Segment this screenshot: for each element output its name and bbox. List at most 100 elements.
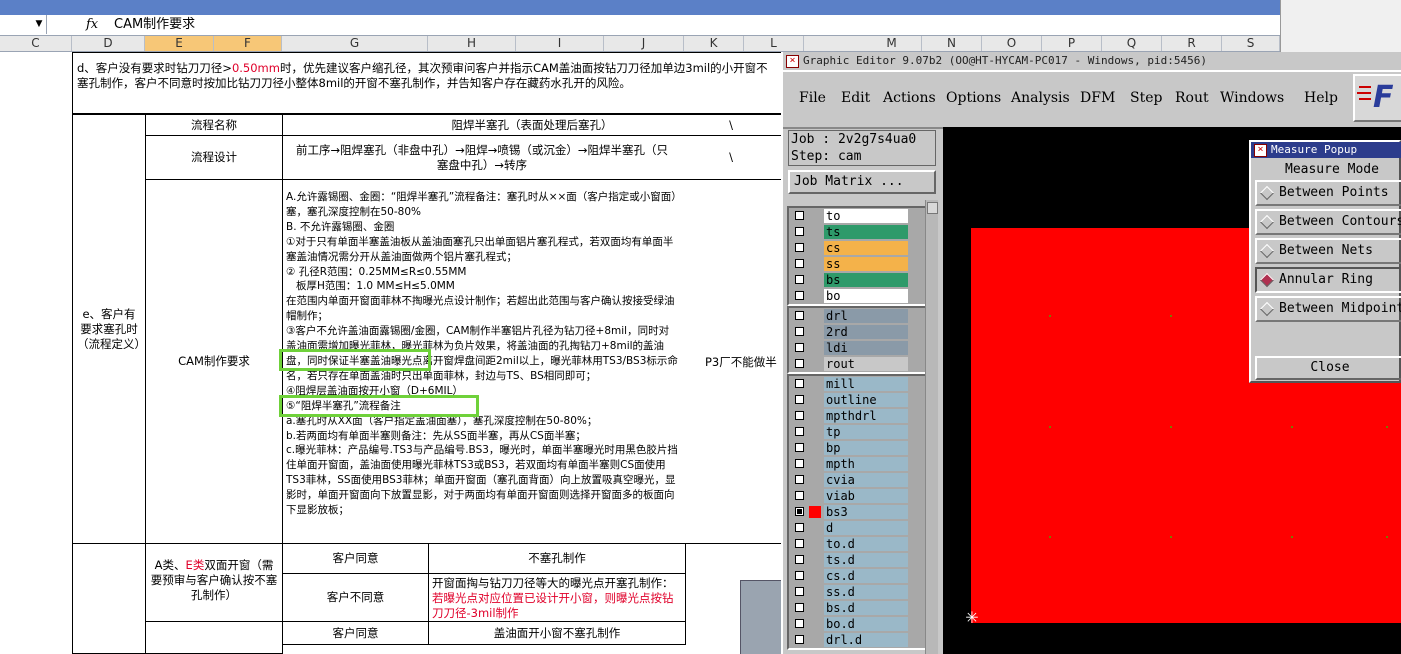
cell-flow-design-label[interactable]: 流程设计: [145, 135, 283, 180]
layer-row-drl[interactable]: drl: [789, 308, 925, 324]
layer-row-ss[interactable]: ss: [789, 256, 925, 272]
cell-row-d[interactable]: d、客户没有要求时钻刀刀径>0.50mm时，优先建议客户缩孔径，其次预审问客户并…: [72, 52, 782, 114]
col-header-f[interactable]: F: [214, 36, 282, 51]
cell-cam-req-label[interactable]: CAM制作要求: [145, 179, 283, 544]
layer-row-bo-d[interactable]: bo.d: [789, 616, 925, 632]
layer-row-viab[interactable]: viab: [789, 488, 925, 504]
cell-agree2-text[interactable]: 盖油面开小窗不塞孔制作: [428, 621, 686, 645]
layer-checkbox[interactable]: [795, 275, 804, 284]
layer-name[interactable]: ts: [824, 225, 908, 239]
layer-checkbox[interactable]: [795, 343, 804, 352]
col-header-q[interactable]: Q: [1102, 36, 1162, 51]
cell-customer-disagree[interactable]: 客户不同意: [282, 573, 429, 622]
layer-row-bp[interactable]: bp: [789, 440, 925, 456]
layer-checkbox[interactable]: [795, 619, 804, 628]
layer-row-mpthdrl[interactable]: mpthdrl: [789, 408, 925, 424]
measure-popup-title-bar[interactable]: × Measure Popup: [1251, 142, 1401, 158]
layer-row-ss-d[interactable]: ss.d: [789, 584, 925, 600]
layer-row-ldi[interactable]: ldi: [789, 340, 925, 356]
col-header-j[interactable]: J: [604, 36, 684, 51]
col-header-n[interactable]: N: [922, 36, 982, 51]
cell-customer-agree[interactable]: 客户同意: [282, 543, 429, 574]
layer-name[interactable]: rout: [824, 357, 908, 371]
layer-checkbox[interactable]: [795, 411, 804, 420]
formula-content[interactable]: CAM制作要求: [114, 15, 195, 34]
layer-row-cs[interactable]: cs: [789, 240, 925, 256]
layer-row-tp[interactable]: tp: [789, 424, 925, 440]
layer-name[interactable]: ldi: [824, 341, 908, 355]
scroll-up-icon[interactable]: [927, 202, 938, 214]
menu-analysis[interactable]: Analysis: [1011, 90, 1070, 106]
col-header-m[interactable]: M: [862, 36, 922, 51]
layer-list-scrollbar[interactable]: [925, 200, 938, 654]
layer-name[interactable]: mpthdrl: [824, 409, 908, 423]
layer-row-bo[interactable]: bo: [789, 288, 925, 304]
layer-name[interactable]: ss: [824, 257, 908, 271]
layer-name[interactable]: bo: [824, 289, 908, 303]
menu-step[interactable]: Step: [1130, 90, 1162, 106]
cell-col-l-p3[interactable]: P3厂不能做半: [681, 179, 782, 544]
layer-checkbox[interactable]: [795, 291, 804, 300]
menu-windows[interactable]: Windows: [1220, 90, 1284, 106]
layer-name[interactable]: ts.d: [824, 553, 908, 567]
window-close-icon[interactable]: ×: [786, 54, 799, 68]
option-between-points[interactable]: Between Points: [1255, 180, 1401, 206]
window-title-bar[interactable]: × Graphic Editor 9.07b2 (OO@HT-HYCAM-PC01…: [783, 52, 1401, 69]
menu-actions[interactable]: Actions: [883, 90, 936, 106]
layer-row-2rd[interactable]: 2rd: [789, 324, 925, 340]
layer-row-mpth[interactable]: mpth: [789, 456, 925, 472]
cell-flow-design-value[interactable]: 前工序→阻焊塞孔（非盘中孔）→阻焊→喷锡（或沉金）→阻焊半塞孔（只塞盘中孔）→转…: [282, 135, 682, 180]
cell-disagree-text[interactable]: 开窗面掏与钻刀刀径等大的曝光点开塞孔制作：若曝光点对应位置已设计开小窗，则曝光点…: [428, 573, 686, 622]
layer-name[interactable]: cvia: [824, 473, 908, 487]
measure-close-icon[interactable]: ×: [1254, 143, 1267, 157]
layer-row-ts[interactable]: ts: [789, 224, 925, 240]
layer-checkbox[interactable]: [795, 227, 804, 236]
layer-row-ts-d[interactable]: ts.d: [789, 552, 925, 568]
layer-name[interactable]: cs: [824, 241, 908, 255]
layer-name[interactable]: mpth: [824, 457, 908, 471]
menu-edit[interactable]: Edit: [841, 90, 870, 106]
layer-checkbox[interactable]: [795, 539, 804, 548]
layer-row-bs3[interactable]: bs3: [789, 504, 925, 520]
cell-customer-agree-2[interactable]: 客户同意: [282, 621, 429, 645]
layer-name[interactable]: to.d: [824, 537, 908, 551]
layer-checkbox[interactable]: [795, 311, 804, 320]
col-header-h[interactable]: H: [428, 36, 516, 51]
layer-name[interactable]: mill: [824, 377, 908, 391]
layer-checkbox[interactable]: [795, 491, 804, 500]
col-header-k[interactable]: K: [684, 36, 744, 51]
layer-row-rout[interactable]: rout: [789, 356, 925, 372]
layer-row-d[interactable]: d: [789, 520, 925, 536]
col-header-e[interactable]: E: [145, 36, 214, 51]
layer-checkbox[interactable]: [795, 259, 804, 268]
layer-checkbox[interactable]: [795, 443, 804, 452]
fx-icon[interactable]: fx: [86, 15, 106, 34]
layer-checkbox[interactable]: [795, 635, 804, 644]
col-header-d[interactable]: D: [72, 36, 145, 51]
layer-name[interactable]: 2rd: [824, 325, 908, 339]
layer-name[interactable]: bs3: [824, 505, 908, 519]
col-header-c[interactable]: C: [0, 36, 72, 51]
layer-name[interactable]: cs.d: [824, 569, 908, 583]
layer-checkbox[interactable]: [795, 427, 804, 436]
layer-name[interactable]: viab: [824, 489, 908, 503]
layer-row-bs[interactable]: bs: [789, 272, 925, 288]
cell-row-a-blank[interactable]: [72, 543, 146, 654]
layer-row-cs-d[interactable]: cs.d: [789, 568, 925, 584]
layer-checkbox[interactable]: [795, 603, 804, 612]
col-header-r[interactable]: R: [1162, 36, 1222, 51]
layer-name[interactable]: tp: [824, 425, 908, 439]
col-header-s[interactable]: S: [1222, 36, 1280, 51]
cell-a-class-label[interactable]: A类、E类双面开窗（需要预审与客户确认按不塞孔制作）: [145, 543, 283, 622]
option-annular-ring[interactable]: Annular Ring: [1255, 267, 1401, 293]
layer-checkbox[interactable]: [795, 507, 804, 516]
layer-checkbox[interactable]: [795, 523, 804, 532]
cell-no-plug[interactable]: 不塞孔制作: [428, 543, 686, 574]
layer-row-bs-d[interactable]: bs.d: [789, 600, 925, 616]
layer-checkbox[interactable]: [795, 327, 804, 336]
layer-checkbox[interactable]: [795, 359, 804, 368]
layer-name[interactable]: bs.d: [824, 601, 908, 615]
cell-row-e-label[interactable]: e、客户有要求塞孔时（流程定义）: [72, 114, 146, 544]
cell-flow-name-label[interactable]: 流程名称: [145, 114, 283, 136]
layer-name[interactable]: bo.d: [824, 617, 908, 631]
